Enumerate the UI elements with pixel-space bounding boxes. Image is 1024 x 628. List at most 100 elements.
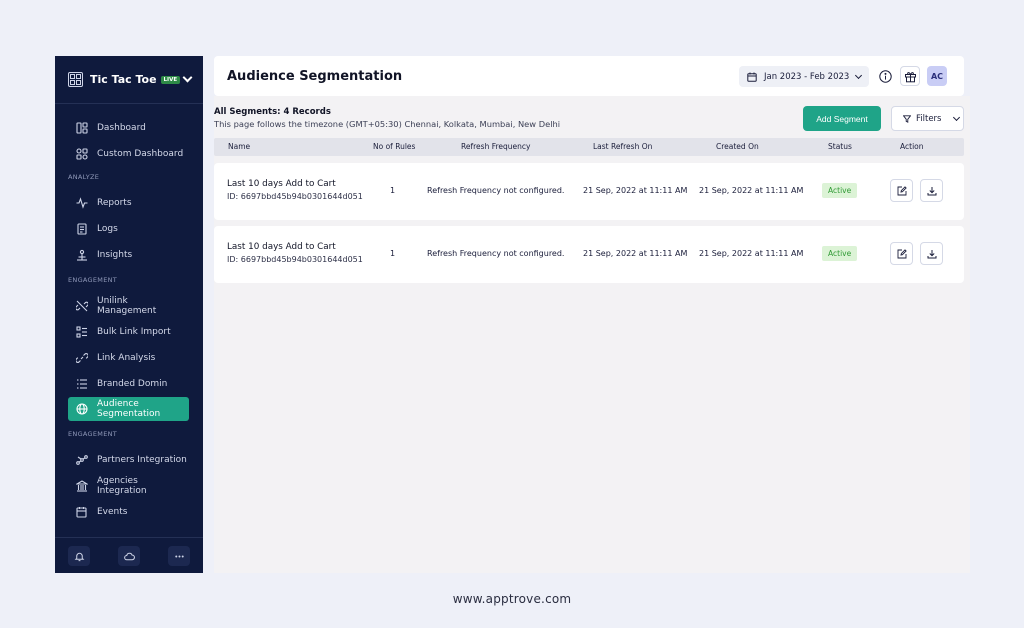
date-range-picker[interactable]: Jan 2023 - Feb 2023	[739, 66, 869, 87]
events-icon	[76, 506, 88, 518]
bulk-import-icon	[76, 326, 88, 338]
more-button[interactable]	[168, 546, 190, 566]
refresh-frequency: Refresh Frequency not configured.	[427, 186, 565, 195]
table-row[interactable]: Last 10 days Add to Cart ID: 6697bbd45b9…	[214, 163, 964, 220]
section-title-analyze: ANALYZE	[68, 173, 100, 181]
chevron-down-icon	[953, 113, 961, 121]
sidebar-item-label: Link Analysis	[97, 353, 156, 363]
custom-dashboard-icon	[76, 148, 88, 160]
sidebar-item-logs[interactable]: Logs	[68, 217, 189, 241]
table-row[interactable]: Last 10 days Add to Cart ID: 6697bbd45b9…	[214, 226, 964, 283]
unilink-icon	[76, 300, 88, 312]
sidebar-item-label: Dashboard	[97, 123, 146, 133]
segments-summary: All Segments: 4 Records	[214, 107, 331, 117]
download-button[interactable]	[920, 242, 943, 265]
reports-icon	[76, 197, 88, 209]
edit-button[interactable]	[890, 242, 913, 265]
date-range-label: Jan 2023 - Feb 2023	[764, 71, 850, 82]
cloud-icon	[123, 552, 135, 560]
timezone-note: This page follows the timezone (GMT+05:3…	[214, 119, 561, 129]
sidebar-item-partners-integration[interactable]: Partners Integration	[68, 448, 189, 472]
segment-id: ID: 6697bbd45b94b0301644d051	[227, 192, 363, 201]
agencies-icon	[76, 480, 88, 492]
sidebar-item-reports[interactable]: Reports	[68, 191, 189, 215]
sidebar-item-label: Reports	[97, 198, 132, 208]
app-name: Tic Tac Toe	[90, 73, 157, 86]
logs-icon	[76, 223, 88, 235]
avatar[interactable]: AC	[927, 66, 947, 86]
sidebar-item-agencies-integration[interactable]: Agencies Integration	[68, 474, 189, 498]
partners-icon	[76, 454, 88, 466]
column-header: Name	[228, 142, 251, 151]
sidebar-item-label: Events	[97, 507, 128, 517]
rules-count: 1	[390, 186, 396, 195]
sidebar-item-bulk-link-import[interactable]: Bulk Link Import	[68, 320, 189, 344]
table-header: Name No of Rules Refresh Frequency Last …	[214, 138, 964, 156]
segment-id: ID: 6697bbd45b94b0301644d051	[227, 255, 363, 264]
edit-icon	[897, 185, 907, 195]
created-on: 21 Sep, 2022 at 11:11 AM	[699, 249, 804, 258]
link-icon	[76, 352, 88, 364]
chevron-down-icon	[855, 71, 863, 79]
sidebar-item-label: Agencies Integration	[97, 476, 147, 496]
footer-url: www.apptrove.com	[452, 592, 572, 606]
sidebar-item-unilink-management[interactable]: Unilink Management	[68, 294, 189, 318]
sidebar-item-link-analysis[interactable]: Link Analysis	[68, 346, 189, 370]
sidebar-item-label: Insights	[97, 250, 133, 260]
app-switcher[interactable]: Tic Tac Toe LIVE	[55, 56, 203, 104]
column-header: Action	[900, 142, 924, 151]
sidebar-item-label: Bulk Link Import	[97, 327, 171, 337]
download-button[interactable]	[920, 179, 943, 202]
sidebar-item-custom-dashboard[interactable]: Custom Dashboard	[68, 142, 189, 166]
sidebar-item-label: Branded Domin	[97, 379, 168, 389]
filters-label: Filters	[916, 113, 942, 124]
bell-icon	[74, 552, 84, 561]
app-logo-icon	[68, 72, 83, 87]
sidebar-item-label: Unilink Management	[97, 296, 157, 316]
insights-icon	[76, 249, 88, 261]
rules-count: 1	[390, 249, 396, 258]
last-refresh-on: 21 Sep, 2022 at 11:11 AM	[583, 249, 688, 258]
main-content: All Segments: 4 Records This page follow…	[214, 96, 970, 573]
top-header: Audience Segmentation Jan 2023 - Feb 202…	[214, 56, 964, 96]
sidebar-item-label: Audience Segmentation	[97, 399, 161, 419]
cloud-button[interactable]	[118, 546, 140, 566]
column-header: Created On	[716, 142, 759, 151]
more-icon	[174, 554, 184, 558]
branded-domain-icon	[76, 378, 88, 390]
add-segment-button[interactable]: Add Segment	[803, 106, 881, 131]
sidebar-item-branded-domain[interactable]: Branded Domin	[68, 372, 189, 396]
gift-button[interactable]	[900, 66, 920, 86]
globe-icon	[76, 403, 88, 415]
status-badge: Active	[822, 246, 858, 261]
sidebar-item-events[interactable]: Events	[68, 500, 189, 524]
gift-icon	[904, 71, 916, 82]
sidebar: Tic Tac Toe LIVE Dashboard Custom Dashbo…	[55, 56, 203, 573]
sidebar-item-dashboard[interactable]: Dashboard	[68, 116, 189, 140]
sidebar-footer	[55, 537, 203, 573]
status-badge: Active	[822, 183, 858, 198]
segment-name: Last 10 days Add to Cart	[227, 242, 336, 252]
filters-button[interactable]: Filters	[891, 106, 964, 131]
calendar-icon	[747, 72, 757, 82]
column-header: No of Rules	[373, 142, 416, 151]
download-icon	[927, 186, 936, 195]
segment-name: Last 10 days Add to Cart	[227, 179, 336, 189]
edit-button[interactable]	[890, 179, 913, 202]
created-on: 21 Sep, 2022 at 11:11 AM	[699, 186, 804, 195]
column-header: Last Refresh On	[593, 142, 653, 151]
dashboard-icon	[76, 122, 88, 134]
section-title-engagement: ENGAGEMENT	[68, 430, 118, 438]
chevron-down-icon	[182, 72, 193, 83]
last-refresh-on: 21 Sep, 2022 at 11:11 AM	[583, 186, 688, 195]
info-button[interactable]	[875, 66, 895, 86]
filter-icon	[903, 114, 911, 123]
sidebar-item-audience-segmentation[interactable]: Audience Segmentation	[68, 397, 189, 421]
sidebar-item-insights[interactable]: Insights	[68, 243, 189, 267]
edit-icon	[897, 248, 907, 258]
page-title: Audience Segmentation	[227, 69, 403, 84]
section-title-engagement: ENGAGEMENT	[68, 276, 118, 284]
notifications-button[interactable]	[68, 546, 90, 566]
info-icon	[878, 69, 892, 83]
column-header: Refresh Frequency	[461, 142, 531, 151]
